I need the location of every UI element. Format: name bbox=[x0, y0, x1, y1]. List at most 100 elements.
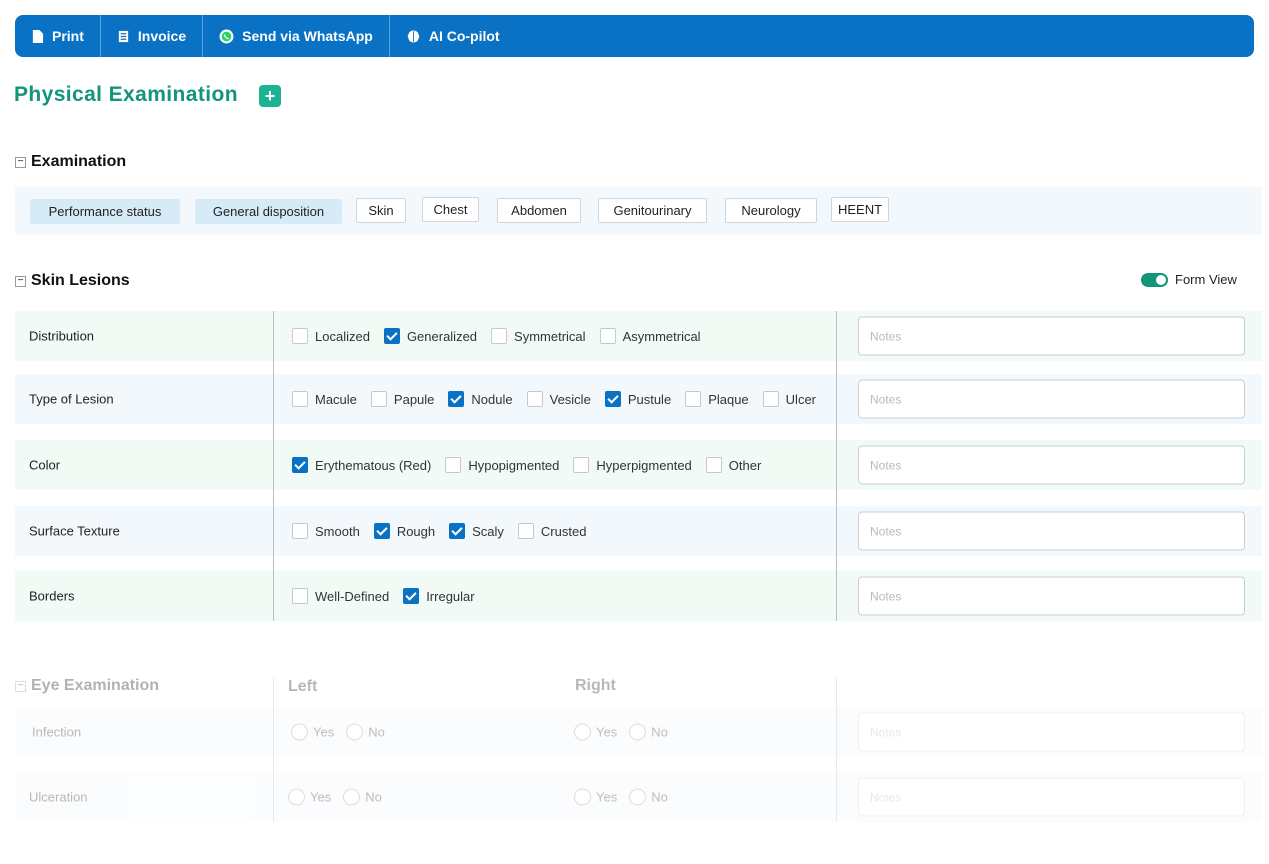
option-other[interactable]: Other bbox=[705, 457, 761, 473]
notes-input[interactable] bbox=[858, 511, 1245, 551]
collapse-icon[interactable]: − bbox=[15, 680, 26, 692]
add-section-button[interactable]: + bbox=[259, 85, 281, 107]
tab-neurology[interactable]: Neurology bbox=[725, 198, 817, 223]
option-label: Hyperpigmented bbox=[596, 457, 692, 473]
skin-lesions-title: Skin Lesions bbox=[31, 272, 130, 289]
checkbox-checked[interactable] bbox=[373, 523, 390, 539]
option-papule[interactable]: Papule bbox=[370, 391, 434, 407]
form-view-toggle[interactable] bbox=[1141, 272, 1168, 287]
notes-input[interactable] bbox=[858, 777, 1245, 817]
right-no-option[interactable]: No bbox=[629, 723, 668, 741]
option-irregular[interactable]: Irregular bbox=[403, 588, 475, 604]
radio-button[interactable] bbox=[574, 723, 591, 741]
option-hyperpigmented[interactable]: Hyperpigmented bbox=[573, 457, 692, 473]
option-hypopigmented[interactable]: Hypopigmented bbox=[445, 457, 559, 473]
right-yes-option[interactable]: Yes bbox=[574, 788, 617, 806]
checkbox-checked[interactable] bbox=[449, 523, 466, 539]
option-label: Scaly bbox=[472, 523, 504, 539]
tab-genitourinary[interactable]: Genitourinary bbox=[598, 198, 707, 223]
ai-copilot-button[interactable]: AI Co-pilot bbox=[390, 15, 516, 57]
option-vesicle[interactable]: Vesicle bbox=[526, 391, 591, 407]
tab-label: Neurology bbox=[741, 203, 801, 218]
notes-input[interactable] bbox=[858, 316, 1245, 356]
tab-performance-status[interactable]: Performance status bbox=[30, 199, 180, 224]
radio-button[interactable] bbox=[343, 788, 361, 806]
radio-button[interactable] bbox=[629, 723, 647, 741]
checkbox[interactable] bbox=[599, 328, 616, 344]
right-yes-option[interactable]: Yes bbox=[574, 723, 617, 741]
checkbox[interactable] bbox=[491, 328, 508, 344]
radio-button[interactable] bbox=[629, 788, 647, 806]
checkbox-checked[interactable] bbox=[403, 588, 420, 604]
tab-skin[interactable]: Skin bbox=[356, 198, 406, 223]
skin-lesions-header: − Skin Lesions bbox=[15, 272, 130, 290]
option-localized[interactable]: Localized bbox=[292, 328, 370, 344]
column-divider bbox=[836, 311, 837, 621]
checkbox[interactable] bbox=[526, 391, 543, 407]
checkbox[interactable] bbox=[292, 523, 308, 539]
radio-button[interactable] bbox=[288, 788, 305, 806]
radio-button[interactable] bbox=[346, 723, 364, 741]
examination-header: − Examination bbox=[15, 153, 126, 171]
option-ulcer[interactable]: Ulcer bbox=[762, 391, 816, 407]
left-no-option[interactable]: No bbox=[346, 723, 385, 741]
left-no-option[interactable]: No bbox=[343, 788, 382, 806]
form-view-toggle-group: Form View bbox=[1141, 272, 1237, 287]
notes-input[interactable] bbox=[858, 576, 1245, 616]
left-yes-option[interactable]: Yes bbox=[288, 788, 331, 806]
right-no-option[interactable]: No bbox=[629, 788, 668, 806]
notes-input[interactable] bbox=[858, 379, 1245, 419]
checkbox[interactable] bbox=[445, 457, 462, 473]
option-erythematous-red[interactable]: Erythematous (Red) bbox=[292, 457, 431, 473]
tab-heent[interactable]: HEENT bbox=[831, 197, 889, 222]
option-pustule[interactable]: Pustule bbox=[604, 391, 672, 407]
checkbox-checked[interactable] bbox=[448, 391, 465, 407]
copilot-label: AI Co-pilot bbox=[428, 28, 500, 44]
checkbox[interactable] bbox=[685, 391, 702, 407]
send-whatsapp-button[interactable]: Send via WhatsApp bbox=[203, 15, 390, 57]
checkbox-checked[interactable] bbox=[292, 457, 308, 473]
left-radio-group: Yes No bbox=[288, 788, 394, 806]
options-group: Well-Defined Irregular bbox=[292, 588, 489, 604]
checkbox-checked[interactable] bbox=[383, 328, 400, 344]
left-yes-option[interactable]: Yes bbox=[291, 723, 334, 741]
option-rough[interactable]: Rough bbox=[373, 523, 435, 539]
collapse-icon[interactable]: − bbox=[15, 156, 26, 168]
option-scaly[interactable]: Scaly bbox=[449, 523, 504, 539]
option-crusted[interactable]: Crusted bbox=[517, 523, 586, 539]
option-macule[interactable]: Macule bbox=[292, 391, 357, 407]
notes-input[interactable] bbox=[858, 445, 1245, 485]
checkbox[interactable] bbox=[517, 523, 534, 539]
checkbox-checked[interactable] bbox=[604, 391, 621, 407]
examination-tabs: Performance status General disposition S… bbox=[15, 187, 1262, 235]
tab-general-disposition[interactable]: General disposition bbox=[195, 199, 342, 224]
option-nodule[interactable]: Nodule bbox=[448, 391, 513, 407]
tab-chest[interactable]: Chest bbox=[422, 197, 479, 222]
collapse-icon[interactable]: − bbox=[15, 275, 26, 287]
checkbox[interactable] bbox=[292, 328, 308, 344]
checkbox[interactable] bbox=[292, 588, 308, 604]
option-plaque[interactable]: Plaque bbox=[685, 391, 749, 407]
checkbox[interactable] bbox=[705, 457, 722, 473]
option-asymmetrical[interactable]: Asymmetrical bbox=[599, 328, 701, 344]
checkbox[interactable] bbox=[573, 457, 590, 473]
tab-label: Performance status bbox=[48, 204, 162, 219]
column-divider bbox=[273, 311, 274, 621]
option-well-defined[interactable]: Well-Defined bbox=[292, 588, 389, 604]
option-smooth[interactable]: Smooth bbox=[292, 523, 360, 539]
notes-input[interactable] bbox=[858, 712, 1245, 752]
radio-button[interactable] bbox=[291, 723, 308, 741]
tab-label: General disposition bbox=[212, 204, 325, 219]
checkbox[interactable] bbox=[292, 391, 308, 407]
invoice-button[interactable]: Invoice bbox=[101, 15, 204, 57]
checkbox[interactable] bbox=[762, 391, 779, 407]
print-button[interactable]: Print bbox=[15, 15, 101, 57]
option-symmetrical[interactable]: Symmetrical bbox=[491, 328, 586, 344]
checkbox[interactable] bbox=[370, 391, 387, 407]
lesion-row-borders: Borders Well-Defined Irregular bbox=[15, 571, 1262, 621]
row-label: Infection bbox=[32, 724, 82, 740]
radio-button[interactable] bbox=[574, 788, 591, 806]
tab-abdomen[interactable]: Abdomen bbox=[497, 198, 581, 223]
option-label: Pustule bbox=[627, 391, 672, 407]
option-generalized[interactable]: Generalized bbox=[383, 328, 477, 344]
